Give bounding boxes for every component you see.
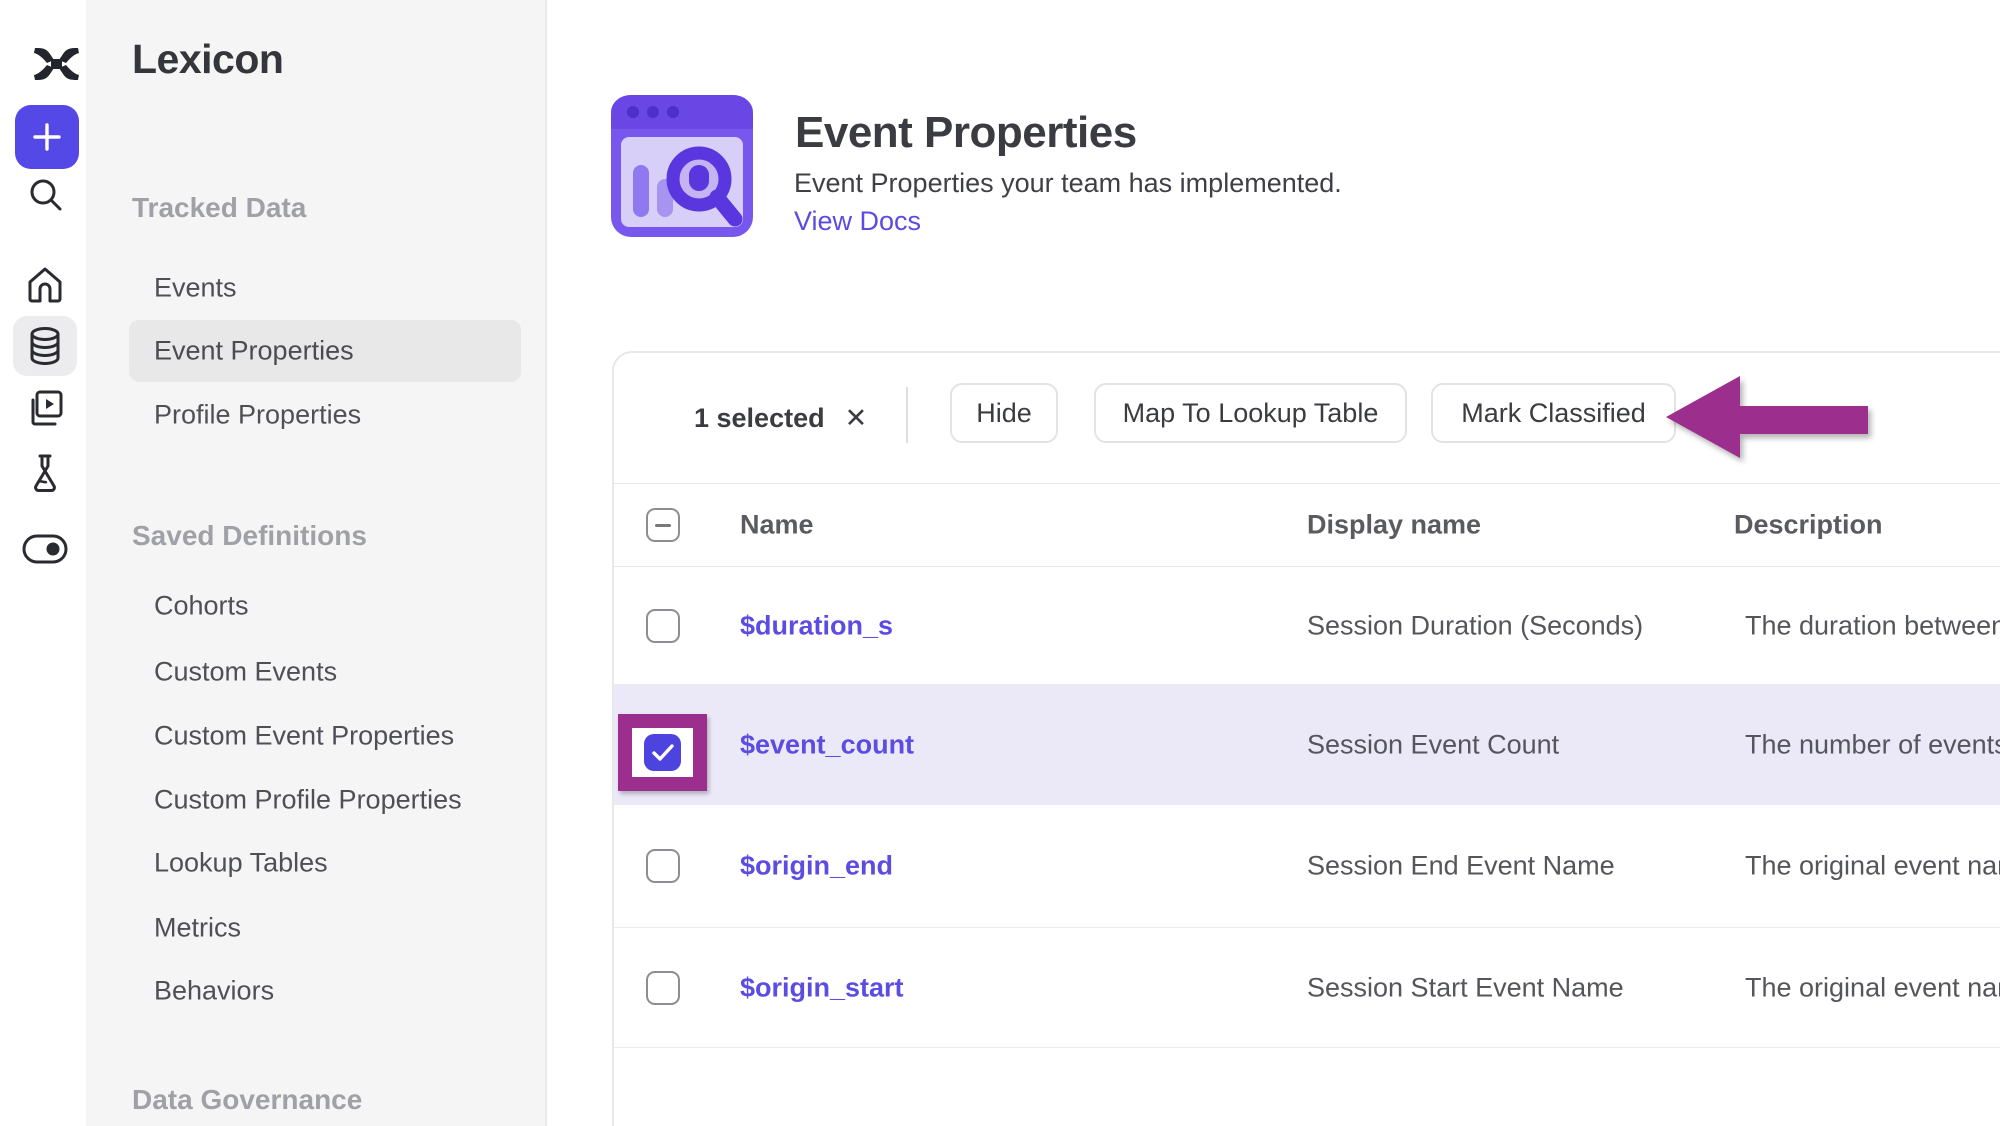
checkmark-icon [652, 744, 674, 762]
event-properties-table-card: 1 selected ✕ Hide Map To Lookup Table Ma… [612, 351, 2000, 1126]
section-saved-definitions: Saved Definitions [132, 520, 367, 552]
hide-button[interactable]: Hide [950, 383, 1058, 443]
annotation-highlight-box [618, 714, 707, 791]
sidebar-item-metrics[interactable]: Metrics [154, 913, 241, 944]
sidebar-item-event-properties[interactable]: Event Properties [154, 336, 354, 367]
sidebar-item-lookup-tables[interactable]: Lookup Tables [154, 848, 328, 879]
indeterminate-minus-icon [655, 524, 671, 527]
plus-icon [30, 120, 64, 154]
column-header-display-name[interactable]: Display name [1307, 510, 1481, 541]
property-name-link[interactable]: $origin_start [740, 972, 904, 1003]
sidebar-item-events[interactable]: Events [154, 273, 237, 304]
search-icon[interactable] [26, 175, 66, 215]
sidebar-item-cohorts[interactable]: Cohorts [154, 591, 249, 622]
property-name-link[interactable]: $event_count [740, 729, 914, 760]
sidebar-item-custom-profile-properties[interactable]: Custom Profile Properties [154, 785, 462, 816]
display-name-cell: Session Start Event Name [1307, 972, 1624, 1003]
sidebar-item-behaviors[interactable]: Behaviors [154, 976, 274, 1007]
description-cell: The number of events [1745, 729, 2000, 760]
sidebar-title: Lexicon [132, 36, 283, 83]
row-checkbox[interactable] [646, 971, 680, 1005]
table-row[interactable]: $duration_s Session Duration (Seconds) T… [614, 567, 2000, 685]
sidebar-item-custom-events[interactable]: Custom Events [154, 657, 337, 688]
sidebar-item-custom-event-properties[interactable]: Custom Event Properties [154, 721, 454, 752]
clear-selection-icon[interactable]: ✕ [845, 405, 868, 432]
annotation-highlight-inner [632, 728, 693, 777]
view-docs-link[interactable]: View Docs [794, 206, 921, 237]
property-name-link[interactable]: $origin_end [740, 851, 893, 882]
description-cell: The original event name [1745, 851, 2000, 882]
selected-count-label: 1 selected [694, 403, 825, 434]
row-checkbox[interactable] [646, 609, 680, 643]
table-row-empty [614, 1048, 2000, 1126]
lexicon-event-properties-screen: Lexicon Tracked Data Events Event Proper… [0, 0, 2000, 1126]
description-cell: The duration between [1745, 610, 2000, 641]
display-name-cell: Session End Event Name [1307, 851, 1615, 882]
feature-toggle-icon[interactable] [22, 534, 68, 564]
event-properties-illustration-icon [611, 95, 753, 237]
display-name-cell: Session Duration (Seconds) [1307, 610, 1643, 641]
page-title: Event Properties [795, 108, 1137, 158]
map-to-lookup-table-button[interactable]: Map To Lookup Table [1094, 383, 1407, 443]
create-new-button[interactable] [15, 105, 79, 169]
table-row[interactable]: $origin_end Session End Event Name The o… [614, 805, 2000, 928]
data-management-selected-pill[interactable] [13, 316, 77, 376]
display-name-cell: Session Event Count [1307, 729, 1559, 760]
table-row-selected[interactable]: $event_count Session Event Count The num… [614, 685, 2000, 805]
section-data-governance: Data Governance [132, 1084, 362, 1116]
section-tracked-data: Tracked Data [132, 192, 306, 224]
description-cell: The original event name [1745, 972, 2000, 1003]
icon-rail [0, 0, 87, 1126]
toolbar-divider [906, 387, 908, 443]
select-all-checkbox[interactable] [646, 508, 680, 542]
home-icon[interactable] [25, 265, 65, 305]
page-subtitle: Event Properties your team has implement… [794, 168, 1342, 199]
lexicon-sidebar: Lexicon Tracked Data Events Event Proper… [86, 0, 547, 1126]
experiments-flask-icon[interactable] [25, 452, 65, 494]
database-icon [26, 326, 64, 366]
property-name-link[interactable]: $duration_s [740, 610, 893, 641]
boards-icon[interactable] [25, 388, 65, 428]
row-checkbox-checked[interactable] [644, 734, 681, 771]
selection-summary: 1 selected ✕ [694, 353, 867, 483]
column-header-description[interactable]: Description [1734, 510, 1883, 541]
mark-classified-button[interactable]: Mark Classified [1431, 383, 1676, 443]
row-checkbox[interactable] [646, 849, 680, 883]
column-header-name[interactable]: Name [740, 510, 814, 541]
sidebar-item-profile-properties[interactable]: Profile Properties [154, 400, 361, 431]
table-header-row: Name Display name Description [614, 483, 2000, 567]
table-row[interactable]: $origin_start Session Start Event Name T… [614, 928, 2000, 1048]
mixpanel-logo-icon[interactable] [33, 46, 80, 82]
